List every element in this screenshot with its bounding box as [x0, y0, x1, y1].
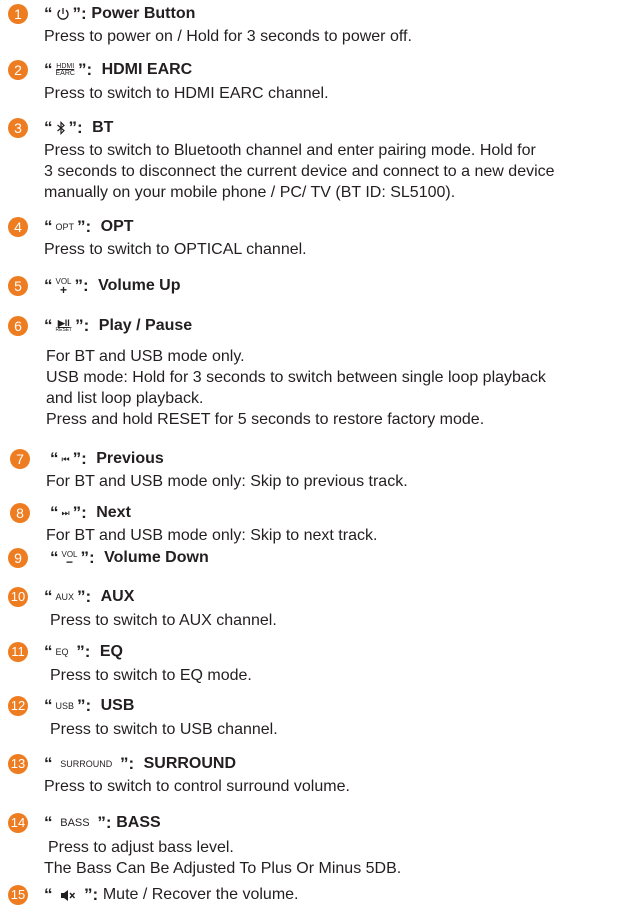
item-title: EQ [99, 643, 123, 660]
number-badge: 7 [10, 449, 30, 469]
number-badge: 1 [8, 4, 28, 24]
power-icon [56, 7, 70, 21]
item-title: Next [96, 504, 131, 521]
item-title: SURROUND [143, 755, 237, 772]
item-title: Mute / Recover the volume. [102, 886, 299, 903]
number-badge: 8 [10, 503, 30, 523]
item-title: Volume Up [98, 277, 181, 294]
number-badge: 5 [8, 276, 28, 296]
number-badge: 12 [8, 696, 28, 716]
number-badge: 4 [8, 217, 28, 237]
opt-symbol: OPT [55, 221, 75, 232]
eq-symbol: EQ [55, 646, 69, 657]
item-title: AUX [100, 588, 135, 605]
item-title: OPT [100, 218, 134, 235]
number-badge: 10 [8, 587, 28, 607]
previous-icon: ⏮ [61, 453, 70, 464]
item-title: Power Button [91, 5, 196, 22]
number-badge: 9 [8, 548, 28, 568]
item-description: Press to switch to Bluetooth channel and… [44, 142, 555, 201]
item-description: Press to adjust bass level. The Bass Can… [44, 839, 402, 877]
bluetooth-icon [56, 121, 66, 135]
number-badge: 13 [8, 754, 28, 774]
item-title: Volume Down [104, 549, 209, 566]
volume-up-symbol: VOL + [55, 277, 72, 297]
item-description: Press to switch to EQ mode. [50, 667, 252, 684]
item-description: Press to switch to AUX channel. [50, 612, 277, 629]
item-title: HDMI EARC [101, 61, 193, 78]
item-description: Press to switch to HDMI EARC channel. [44, 85, 329, 102]
number-badge: 3 [8, 118, 28, 138]
item-title: BASS [116, 814, 161, 831]
number-badge: 2 [8, 60, 28, 80]
item-description: Press to switch to USB channel. [50, 721, 278, 738]
item-title: USB [100, 697, 135, 714]
hdmi-earc-symbol: HDMI EARC [55, 63, 75, 77]
surround-symbol: SURROUND [60, 758, 113, 769]
item-title: BT [92, 119, 114, 136]
item-title: Previous [96, 450, 164, 467]
number-badge: 14 [8, 813, 28, 833]
item-description: Press to switch to control surround volu… [44, 778, 350, 795]
aux-symbol: AUX [55, 591, 75, 602]
item-description: Press to power on / Hold for 3 seconds t… [44, 28, 412, 45]
volume-down-symbol: VOL − [61, 550, 78, 569]
play-pause-icon: ▶II RESET [55, 318, 73, 333]
item-title: Play / Pause [98, 317, 193, 334]
item-description: For BT and USB mode only. USB mode: Hold… [46, 348, 546, 428]
number-badge: 15 [8, 885, 28, 905]
number-badge: 11 [8, 642, 28, 662]
usb-symbol: USB [55, 700, 75, 711]
item-description: For BT and USB mode only: Skip to previo… [46, 473, 408, 490]
bass-symbol: BASS [60, 816, 90, 829]
number-badge: 6 [8, 316, 28, 336]
item-description: Press to switch to OPTICAL channel. [44, 241, 307, 258]
mute-icon [60, 889, 76, 902]
next-icon: ⏭ [61, 507, 70, 518]
item-description: For BT and USB mode only: Skip to next t… [46, 527, 378, 544]
